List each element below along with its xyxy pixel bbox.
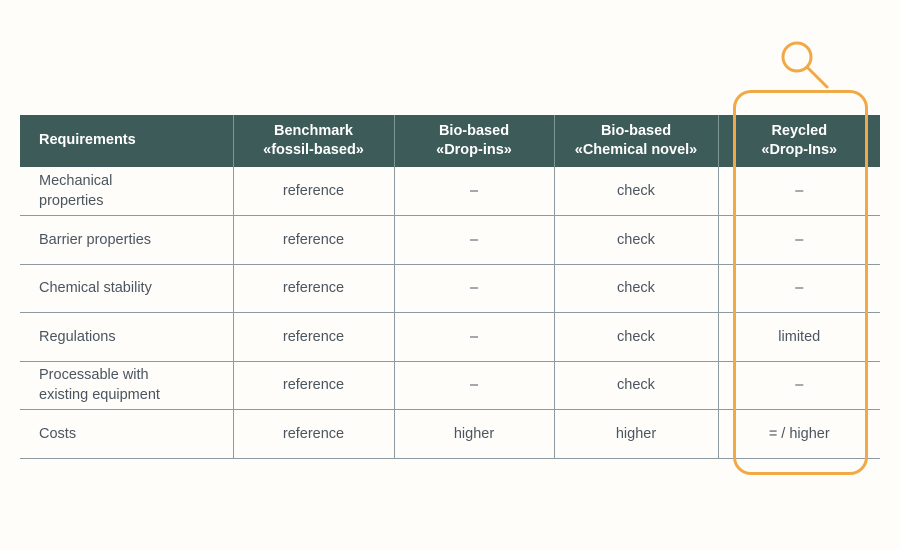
cell-requirement-line1: Mechanical: [39, 173, 113, 189]
column-header-recycled-dropins-line2: «Drop-Ins»: [761, 142, 838, 158]
requirements-comparison-table: Requirements Benchmark «fossil-based» Bi…: [20, 115, 880, 459]
cell-bio-chemical-novel: check: [554, 361, 719, 410]
cell-bio-dropins: –: [394, 361, 555, 410]
cell-requirement: Processable with existing equipment: [20, 361, 234, 410]
column-header-bio-chemical-novel-line2: «Chemical novel»: [574, 142, 698, 158]
cell-requirement: Mechanical properties: [20, 167, 234, 216]
table-row: Costs reference higher higher = / higher: [20, 409, 880, 459]
cell-bio-chemical-novel: check: [554, 312, 719, 362]
cell-benchmark: reference: [233, 312, 395, 362]
cell-requirement: Chemical stability: [20, 264, 234, 313]
cell-recycled-dropins: –: [718, 167, 880, 216]
column-header-benchmark: Benchmark «fossil-based»: [233, 115, 395, 167]
cell-bio-dropins: higher: [394, 409, 555, 459]
table-row: Barrier properties reference – check –: [20, 215, 880, 265]
column-header-bio-dropins-line2: «Drop-ins»: [436, 142, 512, 158]
cell-bio-dropins: –: [394, 312, 555, 362]
cell-benchmark: reference: [233, 361, 395, 410]
cell-bio-chemical-novel: higher: [554, 409, 719, 459]
column-header-requirements-line1: Requirements: [39, 132, 136, 149]
column-header-benchmark-line2: «fossil-based»: [263, 142, 364, 158]
column-header-recycled-dropins: Reycled «Drop-Ins»: [718, 115, 880, 167]
comparison-table-container: Requirements Benchmark «fossil-based» Bi…: [20, 115, 880, 464]
magnifier-icon: [775, 35, 837, 95]
table-body: Mechanical properties reference – check …: [20, 167, 880, 459]
table-header: Requirements Benchmark «fossil-based» Bi…: [20, 115, 880, 167]
cell-recycled-dropins: –: [718, 215, 880, 265]
cell-requirement: Barrier properties: [20, 215, 234, 265]
cell-benchmark: reference: [233, 264, 395, 313]
cell-requirement: Regulations: [20, 312, 234, 362]
cell-bio-dropins: –: [394, 264, 555, 313]
cell-benchmark: reference: [233, 215, 395, 265]
cell-bio-chemical-novel: check: [554, 215, 719, 265]
cell-requirement-line2: existing equipment: [39, 387, 160, 404]
table-row: Mechanical properties reference – check …: [20, 167, 880, 216]
column-header-bio-chemical-novel: Bio-based «Chemical novel»: [554, 115, 719, 167]
column-header-bio-dropins-line1: Bio-based: [438, 122, 510, 139]
column-header-requirements: Requirements: [20, 115, 234, 167]
cell-requirement-line1: Regulations: [39, 328, 116, 345]
cell-recycled-dropins: –: [718, 361, 880, 410]
cell-requirement-line2: properties: [39, 193, 104, 209]
cell-recycled-dropins: –: [718, 264, 880, 313]
cell-benchmark: reference: [233, 409, 395, 459]
cell-requirement: Costs: [20, 409, 234, 459]
cell-requirement-line1: Processable with: [39, 367, 149, 384]
cell-recycled-dropins: = / higher: [718, 409, 880, 459]
table-header-row: Requirements Benchmark «fossil-based» Bi…: [20, 115, 880, 167]
column-header-benchmark-line1: Benchmark: [274, 122, 353, 139]
cell-requirement-line1: Barrier properties: [39, 231, 152, 248]
table-row: Chemical stability reference – check –: [20, 264, 880, 313]
column-header-bio-chemical-novel-line1: Bio-based: [600, 122, 672, 139]
slide-canvas: Requirements Benchmark «fossil-based» Bi…: [0, 0, 900, 550]
cell-requirement-line1: Chemical stability: [39, 280, 152, 297]
cell-bio-dropins: –: [394, 215, 555, 265]
cell-bio-dropins: –: [394, 167, 555, 216]
cell-requirement-line1: Costs: [39, 425, 77, 442]
cell-recycled-dropins: limited: [718, 312, 880, 362]
cell-bio-chemical-novel: check: [554, 167, 719, 216]
column-header-bio-dropins: Bio-based «Drop-ins»: [394, 115, 555, 167]
cell-benchmark: reference: [233, 167, 395, 216]
column-header-recycled-dropins-line1: Reycled: [771, 122, 828, 139]
table-row: Processable with existing equipment refe…: [20, 361, 880, 410]
table-row: Regulations reference – check limited: [20, 312, 880, 362]
cell-bio-chemical-novel: check: [554, 264, 719, 313]
